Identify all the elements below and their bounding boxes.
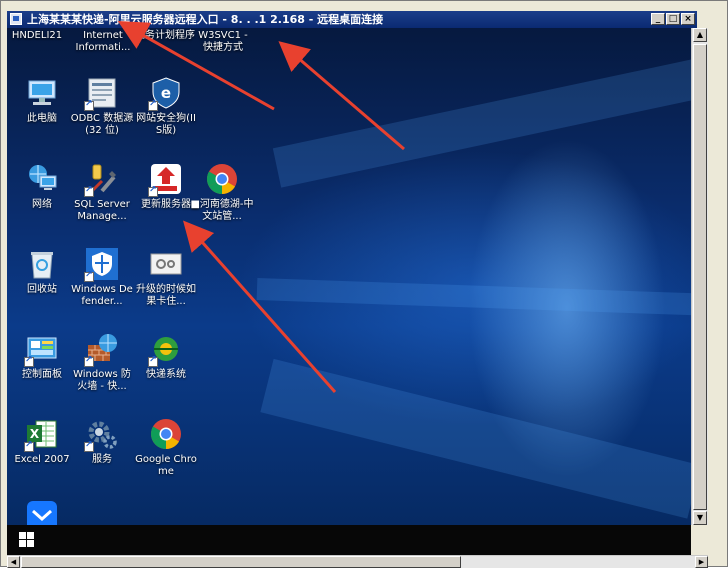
remote-desktop-window: 上海某某某快递-阿里云服务器远程入口 - 8. . .1 2.168 - 远程桌… <box>0 0 728 568</box>
desktop-icon-sql-server[interactable]: SQL Server Manage... <box>70 161 134 223</box>
safedog-icon: e <box>148 75 184 111</box>
desktop-icon-hndeli21[interactable]: HNDELI21 <box>7 30 67 42</box>
scroll-right-button[interactable]: ▶ <box>695 556 708 568</box>
windows-start-icon[interactable] <box>19 532 35 548</box>
settings-file-icon <box>148 246 184 282</box>
computer-icon <box>24 75 60 111</box>
chrome-icon <box>148 416 184 452</box>
remote-desktop-area[interactable]: HNDELI21 Internet Informati... 任务计划程序 W3… <box>7 28 691 525</box>
icon-label: Excel 2007 <box>14 454 70 465</box>
desktop-icon-network[interactable]: 网络 <box>10 161 74 211</box>
desktop-icon-windows-defender[interactable]: Windows Defender... <box>70 246 134 308</box>
icon-label: HNDELI21 <box>11 30 63 41</box>
update-server-icon <box>148 161 184 197</box>
desktop-icon-this-pc[interactable]: 此电脑 <box>10 75 74 125</box>
icon-label: 升级的时候如果卡住... <box>136 284 196 307</box>
vertical-scrollbar[interactable]: ▲ ▼ <box>691 28 708 525</box>
window-titlebar[interactable]: 上海某某某快递-阿里云服务器远程入口 - 8. . .1 2.168 - 远程桌… <box>7 11 697 28</box>
desktop-icon-henan-site[interactable]: ■河南德湖-中文站管... <box>190 161 254 223</box>
desktop-icon-express-system[interactable]: 快递系统 <box>134 331 198 381</box>
scroll-up-button[interactable]: ▲ <box>693 28 707 42</box>
recycle-bin-icon <box>24 246 60 282</box>
desktop-icon-message[interactable] <box>10 498 74 525</box>
minimize-button[interactable]: _ <box>651 13 665 25</box>
icon-label: 任务计划程序 <box>135 30 195 41</box>
desktop-icon-iis-manager[interactable]: Internet Informati... <box>73 30 133 54</box>
vertical-scroll-thumb[interactable] <box>693 44 707 510</box>
desktop-icon-w3svc1[interactable]: W3SVC1 - 快捷方式 <box>195 30 251 54</box>
express-system-icon <box>148 331 184 367</box>
desktop-icon-safedog[interactable]: e 网站安全狗(IIS版) <box>134 75 198 137</box>
icon-label: 回收站 <box>27 284 57 295</box>
horizontal-scrollbar[interactable]: ◀ ▶ <box>7 555 708 568</box>
svg-text:e: e <box>161 84 171 102</box>
excel-icon: X <box>24 416 60 452</box>
scroll-down-button[interactable]: ▼ <box>693 511 707 525</box>
desktop-icon-update-server[interactable]: 更新服务器 <box>134 161 198 211</box>
services-gear-icon <box>84 416 120 452</box>
firewall-icon <box>84 331 120 367</box>
icon-label: ODBC 数据源(32 位) <box>70 113 134 136</box>
desktop-icon-recycle-bin[interactable]: 回收站 <box>10 246 74 296</box>
icon-label: 控制面板 <box>22 369 62 380</box>
desktop-icon-upgrade-note[interactable]: 升级的时候如果卡住... <box>134 246 198 308</box>
desktop-icon-services[interactable]: 服务 <box>70 416 134 466</box>
desktop-icon-excel[interactable]: X Excel 2007 <box>10 416 74 466</box>
icon-label: 服务 <box>92 454 112 465</box>
desktop-icon-task-scheduler[interactable]: 任务计划程序 <box>135 30 195 42</box>
desktop-icon-control-panel[interactable]: 控制面板 <box>10 331 74 381</box>
window-title: 上海某某某快递-阿里云服务器远程入口 - 8. . .1 2.168 - 远程桌… <box>27 13 384 26</box>
desktop-icon-odbc[interactable]: ODBC 数据源(32 位) <box>70 75 134 137</box>
desktop-icon-windows-firewall[interactable]: Windows 防火墙 - 快... <box>70 331 134 393</box>
sql-tools-icon <box>84 161 120 197</box>
control-panel-icon <box>24 331 60 367</box>
icon-label: ■河南德湖-中文站管... <box>190 199 254 222</box>
remote-desktop-icon <box>10 13 22 25</box>
desktop-icon-google-chrome[interactable]: Google Chrome <box>134 416 198 478</box>
taskbar <box>7 525 691 555</box>
horizontal-scroll-thumb[interactable] <box>21 556 461 568</box>
icon-label: Internet Informati... <box>75 30 131 53</box>
icon-label: 此电脑 <box>27 113 57 124</box>
icon-label: 网站安全狗(IIS版) <box>136 113 196 136</box>
maximize-button[interactable]: □ <box>666 13 680 25</box>
svg-text:X: X <box>30 427 40 441</box>
message-icon <box>24 498 60 525</box>
icon-label: SQL Server Manage... <box>74 199 130 222</box>
scroll-left-button[interactable]: ◀ <box>7 556 20 568</box>
icon-label: 网络 <box>32 199 52 210</box>
icon-label: Google Chrome <box>135 454 197 477</box>
chrome-icon <box>204 161 240 197</box>
defender-shield-icon <box>84 246 120 282</box>
icon-label: 快递系统 <box>146 369 186 380</box>
icon-label: 更新服务器 <box>141 199 191 210</box>
icon-label: W3SVC1 - 快捷方式 <box>198 30 248 53</box>
close-button[interactable]: × <box>681 13 695 25</box>
odbc-icon <box>84 75 120 111</box>
network-icon <box>24 161 60 197</box>
icon-label: Windows Defender... <box>71 284 133 307</box>
icon-label: Windows 防火墙 - 快... <box>73 369 131 392</box>
